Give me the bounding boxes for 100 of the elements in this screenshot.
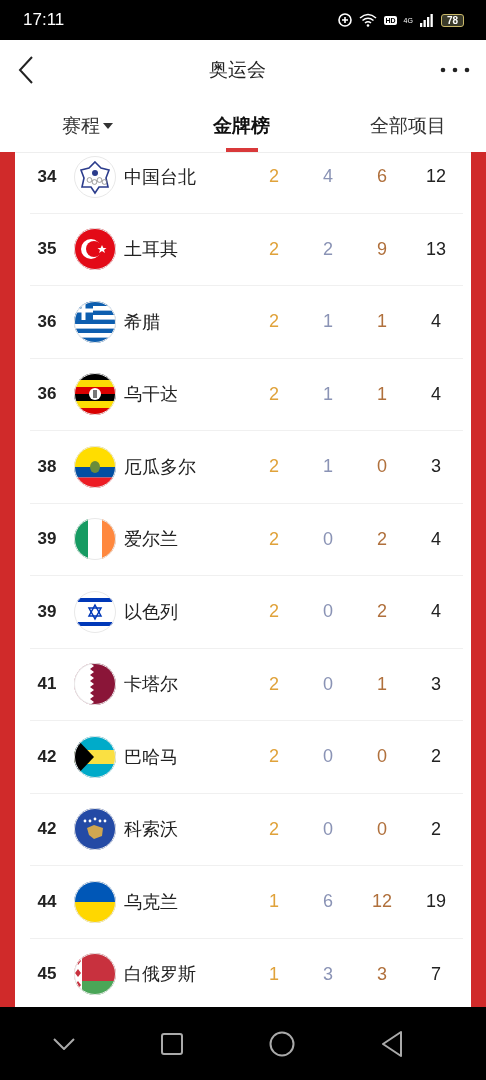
medal-count: 0 xyxy=(377,746,387,768)
medal-count: 1 xyxy=(377,311,387,333)
medal-count: 2 xyxy=(269,528,279,550)
medal-count: 3 xyxy=(323,963,333,985)
medal-count: 1 xyxy=(269,891,279,913)
total-count: 19 xyxy=(426,891,446,913)
country-name: 希腊 xyxy=(123,309,160,334)
medal-count: 0 xyxy=(377,456,387,478)
rank: 42 xyxy=(37,746,57,767)
medal-count: 3 xyxy=(377,963,387,985)
more-button[interactable] xyxy=(440,67,470,73)
back-button[interactable] xyxy=(18,56,34,84)
rank: 35 xyxy=(37,239,57,260)
total-count: 4 xyxy=(431,383,441,405)
flag-icon xyxy=(74,735,116,778)
flag-icon xyxy=(74,518,116,561)
medal-count: 0 xyxy=(323,746,333,768)
total-count: 4 xyxy=(431,601,441,623)
country-name: 乌干达 xyxy=(123,382,178,407)
medal-count: 1 xyxy=(323,311,333,333)
flag-icon xyxy=(74,808,116,851)
back-nav-button[interactable] xyxy=(381,1030,403,1057)
country-name: 卡塔尔 xyxy=(123,672,178,697)
tab[interactable]: 金牌榜 xyxy=(213,100,270,152)
medal-count: 2 xyxy=(269,456,279,478)
medal-count: 1 xyxy=(323,383,333,405)
medal-count: 4 xyxy=(323,166,333,188)
total-count: 7 xyxy=(431,963,441,985)
flag-icon xyxy=(74,155,116,198)
status-time: 17:11 xyxy=(23,10,65,30)
medal-count: 1 xyxy=(377,673,387,695)
recents-button[interactable] xyxy=(161,1032,183,1055)
caret-icon xyxy=(103,123,113,129)
country-name: 中国台北 xyxy=(123,164,196,189)
medal-count: 2 xyxy=(323,238,333,260)
total-count: 2 xyxy=(431,818,441,840)
medal-count: 2 xyxy=(269,238,279,260)
signal-icon xyxy=(419,13,434,27)
medal-count: 0 xyxy=(323,673,333,695)
total-count: 4 xyxy=(431,528,441,550)
flag-icon xyxy=(74,300,116,343)
country-name: 厄瓜多尔 xyxy=(123,454,196,479)
total-count: 2 xyxy=(431,746,441,768)
flag-icon xyxy=(74,228,116,271)
medal-count: 2 xyxy=(269,818,279,840)
country-name: 白俄罗斯 xyxy=(123,962,196,987)
medal-count: 12 xyxy=(372,891,392,913)
rank: 36 xyxy=(37,384,57,405)
country-name: 巴哈马 xyxy=(123,744,178,769)
rank: 44 xyxy=(37,891,57,912)
medal-count: 0 xyxy=(323,601,333,623)
medal-count: 2 xyxy=(377,601,387,623)
medal-count: 0 xyxy=(377,818,387,840)
medal-count: 2 xyxy=(269,383,279,405)
medal-count: 2 xyxy=(269,601,279,623)
total-count: 13 xyxy=(426,238,446,260)
flag-icon xyxy=(74,373,116,416)
medal-count: 0 xyxy=(323,818,333,840)
medal-count: 0 xyxy=(323,528,333,550)
country-name: 科索沃 xyxy=(123,817,178,842)
flag-icon xyxy=(74,590,116,633)
country-name: 乌克兰 xyxy=(123,889,178,914)
flag-icon xyxy=(74,880,116,923)
rank: 39 xyxy=(37,529,57,550)
rank: 45 xyxy=(37,964,57,985)
country-name: 土耳其 xyxy=(123,237,178,262)
collapse-button[interactable] xyxy=(53,1037,75,1050)
rank: 41 xyxy=(37,674,57,695)
medal-count: 1 xyxy=(323,456,333,478)
medal-count: 2 xyxy=(269,673,279,695)
country-name: 爱尔兰 xyxy=(123,527,178,552)
rank: 38 xyxy=(37,456,57,477)
medal-count: 9 xyxy=(377,238,387,260)
battery-level: 78 xyxy=(440,13,464,27)
total-count: 12 xyxy=(426,166,446,188)
medal-count: 2 xyxy=(269,311,279,333)
country-name: 以色列 xyxy=(123,599,178,624)
home-button[interactable] xyxy=(269,1030,295,1057)
plus-circle-icon xyxy=(338,13,353,27)
medal-count: 1 xyxy=(269,963,279,985)
total-count: 4 xyxy=(431,311,441,333)
flag-icon xyxy=(74,953,116,996)
rank: 34 xyxy=(37,166,57,187)
tab[interactable]: 赛程 xyxy=(62,100,113,152)
medal-count: 6 xyxy=(323,891,333,913)
medal-count: 2 xyxy=(269,746,279,768)
rank: 39 xyxy=(37,601,57,622)
rank: 42 xyxy=(37,819,57,840)
wifi-icon xyxy=(359,13,378,27)
total-count: 3 xyxy=(431,673,441,695)
flag-icon xyxy=(74,663,116,706)
medal-count: 2 xyxy=(269,166,279,188)
tab[interactable]: 全部项目 xyxy=(370,100,446,152)
flag-icon xyxy=(74,445,116,488)
medal-count: 2 xyxy=(377,528,387,550)
medal-count: 1 xyxy=(377,383,387,405)
total-count: 3 xyxy=(431,456,441,478)
page-title: 奥运会 xyxy=(208,57,266,82)
medal-count: 6 xyxy=(377,166,387,188)
rank: 36 xyxy=(37,311,57,332)
